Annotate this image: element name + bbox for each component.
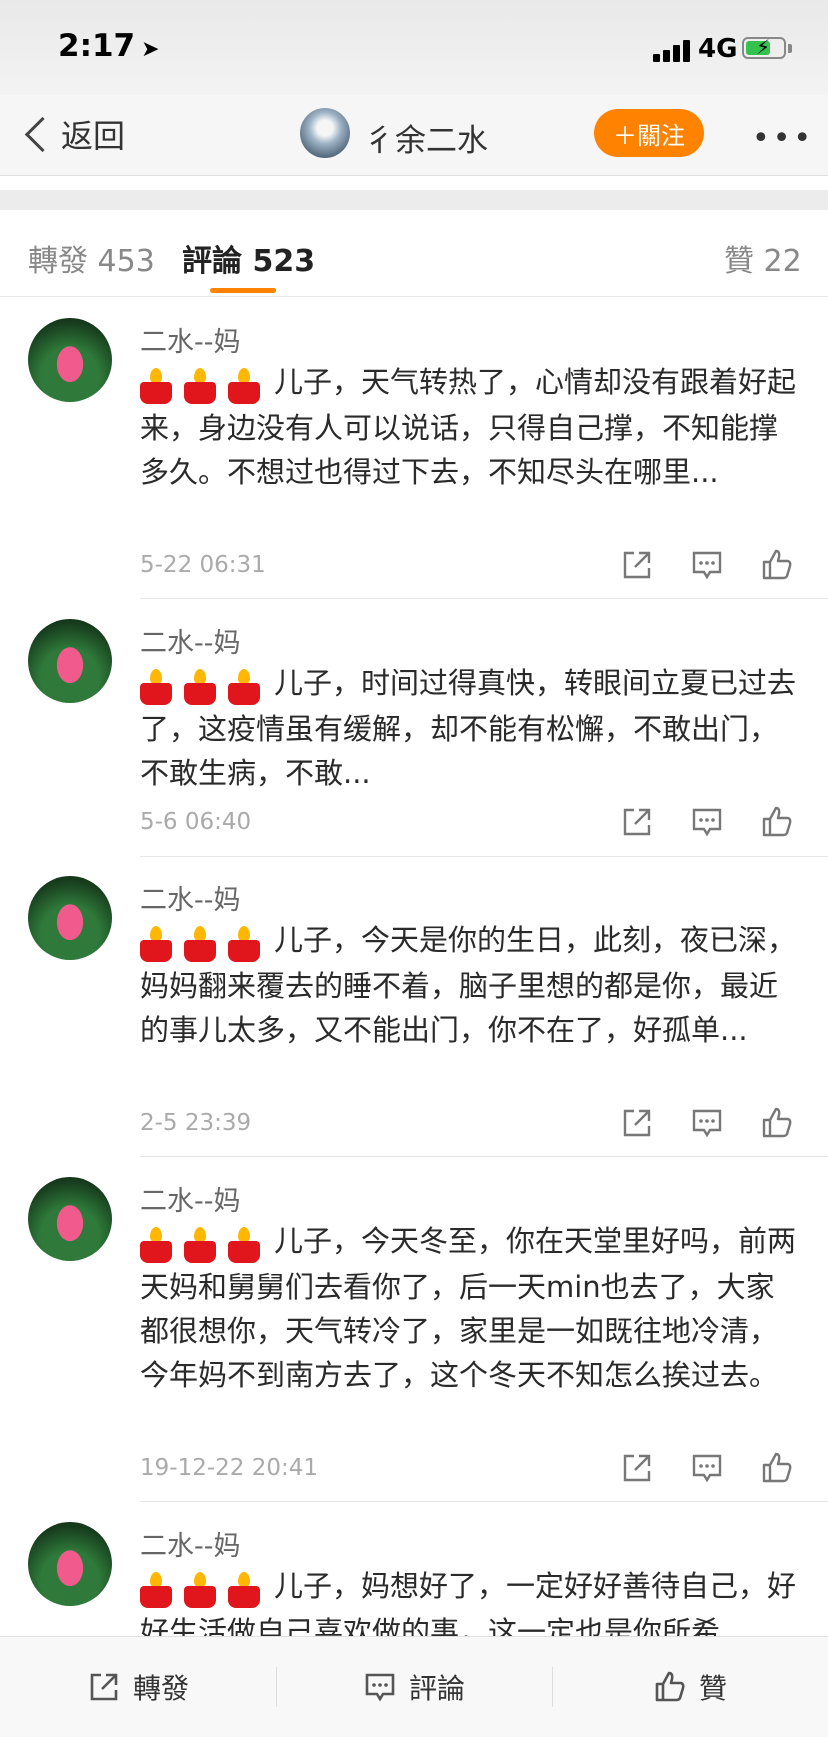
- status-bar: 2:17 ➤ 4G ⚡: [0, 0, 828, 95]
- candle-icon: [140, 669, 172, 705]
- nav-bar: 返回 彳余二水 ＋關注 •••: [0, 95, 828, 176]
- comment-icon[interactable]: [690, 805, 724, 839]
- candle-icon: [184, 669, 216, 705]
- like-icon[interactable]: [760, 1106, 794, 1140]
- user-name[interactable]: 彳余二水: [364, 115, 488, 160]
- candle-icons: [140, 920, 272, 964]
- comment-time: 2-5 23:39: [140, 1110, 252, 1136]
- avatar[interactable]: [28, 1177, 112, 1261]
- candle-icon: [140, 1227, 172, 1263]
- back-chevron-icon: [24, 116, 61, 152]
- network-type: 4G: [698, 34, 738, 64]
- back-label: 返回: [61, 117, 126, 155]
- signal-icon: [653, 40, 691, 62]
- comment-time: 5-6 06:40: [140, 809, 252, 835]
- comment-icon: [365, 1673, 395, 1702]
- comment-time: 19-12-22 20:41: [140, 1455, 318, 1481]
- comment-author[interactable]: 二水--妈: [140, 320, 241, 359]
- comment-text: 儿子，时间过得真快，转眼间立夏已过去了，这疫情虽有缓解，却不能有松懈，不敢出门，…: [140, 661, 800, 795]
- comment-author[interactable]: 二水--妈: [140, 1524, 241, 1563]
- like-icon[interactable]: [760, 1451, 794, 1485]
- battery-icon: ⚡: [742, 35, 786, 59]
- candle-icon: [228, 1572, 260, 1608]
- like-button[interactable]: 贊: [552, 1637, 828, 1737]
- comment-actions: [620, 1451, 794, 1485]
- comment-text: 儿子，妈想好了，一定好好善待自己，好好生活做自己喜欢做的事，这一定也是你所希: [140, 1564, 800, 1636]
- comment-author[interactable]: 二水--妈: [140, 621, 241, 660]
- tab-reposts[interactable]: 轉發 453: [28, 236, 155, 280]
- like-label: 贊: [698, 1672, 727, 1705]
- comment-actions: [620, 1106, 794, 1140]
- comment-button[interactable]: 評論: [276, 1637, 552, 1737]
- comment-actions: [620, 805, 794, 839]
- comment-author[interactable]: 二水--妈: [140, 1179, 241, 1218]
- follow-button[interactable]: ＋關注: [594, 109, 704, 157]
- avatar[interactable]: [28, 619, 112, 703]
- active-tab-indicator: [210, 288, 276, 293]
- candle-icon: [228, 368, 260, 404]
- candle-icon: [184, 1227, 216, 1263]
- comment-text: 儿子，今天是你的生日，此刻，夜已深，妈妈翻来覆去的睡不着，脑子里想的都是你，最近…: [140, 918, 800, 1052]
- candle-icons: [140, 1221, 272, 1265]
- repost-button[interactable]: 轉發: [0, 1637, 276, 1737]
- back-button[interactable]: 返回: [22, 109, 125, 159]
- share-icon[interactable]: [620, 1451, 654, 1485]
- comment-divider: [140, 598, 828, 599]
- comment-item[interactable]: 二水--妈 儿子，妈想好了，一定好好善待自己，好好生活做自己喜欢做的事，这一定也…: [0, 1522, 828, 1636]
- candle-icon: [184, 368, 216, 404]
- tab-likes[interactable]: 贊 22: [724, 236, 802, 280]
- like-icon[interactable]: [760, 548, 794, 582]
- share-icon: [90, 1673, 118, 1701]
- repost-label: 轉發: [132, 1672, 189, 1705]
- candle-icon: [184, 926, 216, 962]
- candle-icon: [184, 1572, 216, 1608]
- battery-cap: [788, 44, 792, 53]
- comment-divider: [140, 1156, 828, 1157]
- comment-actions: [620, 548, 794, 582]
- share-icon[interactable]: [620, 1106, 654, 1140]
- avatar[interactable]: [28, 1522, 112, 1606]
- candle-icon: [140, 1572, 172, 1608]
- more-icon[interactable]: •••: [752, 121, 814, 156]
- like-icon[interactable]: [760, 805, 794, 839]
- like-icon: [655, 1671, 685, 1702]
- share-icon[interactable]: [620, 548, 654, 582]
- candle-icon: [140, 368, 172, 404]
- candle-icon: [228, 1227, 260, 1263]
- comment-text: 儿子，今天冬至，你在天堂里好吗，前两天妈和舅舅们去看你了，后一天min也去了，大…: [140, 1219, 800, 1397]
- user-avatar[interactable]: [300, 108, 350, 158]
- comment-text: 儿子，天气转热了，心情却没有跟着好起来，身边没有人可以说话，只得自己撑，不知能撑…: [140, 360, 800, 494]
- candle-icon: [228, 926, 260, 962]
- comment-icon[interactable]: [690, 548, 724, 582]
- comment-label: 評論: [408, 1672, 465, 1705]
- comment-time: 5-22 06:31: [140, 552, 266, 578]
- comment-author[interactable]: 二水--妈: [140, 878, 241, 917]
- section-separator: [0, 190, 828, 210]
- bottom-toolbar: 轉發 評論 贊: [0, 1636, 828, 1737]
- avatar[interactable]: [28, 318, 112, 402]
- location-arrow-icon: ➤: [141, 37, 160, 62]
- candle-icons: [140, 1566, 272, 1610]
- candle-icons: [140, 663, 272, 707]
- tab-comments[interactable]: 評論 523: [182, 236, 315, 280]
- comment-divider: [140, 1501, 828, 1502]
- status-time: 2:17 ➤: [58, 28, 160, 64]
- candle-icon: [140, 926, 172, 962]
- tab-bar: 轉發 453 評論 523 贊 22: [0, 210, 828, 297]
- share-icon[interactable]: [620, 805, 654, 839]
- comment-icon[interactable]: [690, 1106, 724, 1140]
- candle-icons: [140, 362, 272, 406]
- avatar[interactable]: [28, 876, 112, 960]
- comment-icon[interactable]: [690, 1451, 724, 1485]
- candle-icon: [228, 669, 260, 705]
- comment-divider: [140, 856, 828, 857]
